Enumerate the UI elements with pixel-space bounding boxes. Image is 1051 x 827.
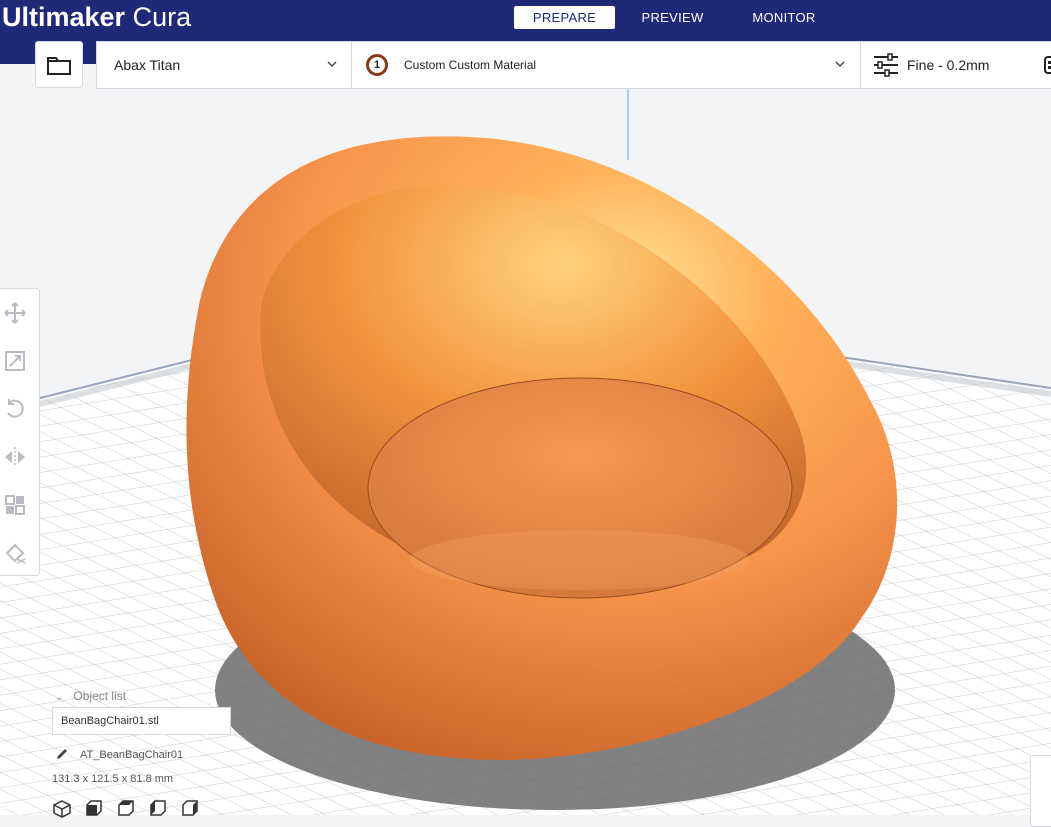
tab-monitor[interactable]: MONITOR [730,6,838,29]
print-summary-panel[interactable] [1030,755,1051,827]
object-list-header: Object list [73,689,127,703]
scale-icon[interactable] [3,349,27,373]
front-view-icon[interactable] [85,800,103,818]
material-name: Custom Custom Material [404,58,537,72]
3d-view-icon[interactable] [53,800,71,818]
move-icon[interactable] [3,301,27,325]
marketplace-button[interactable] [1044,55,1051,75]
chevron-down-icon: ⌄ [55,692,64,703]
pencil-icon[interactable] [55,747,69,761]
tool-panel [0,288,40,576]
object-name: AT_BeanBagChair01 [80,749,184,761]
material-selector[interactable]: 1 Custom Custom Material [351,42,861,88]
chevron-down-icon [835,61,845,67]
tab-prepare[interactable]: PREPARE [514,6,615,29]
quality-profile: Fine - 0.2mm [907,57,990,73]
top-view-icon[interactable] [117,800,135,818]
left-view-icon[interactable] [149,800,167,818]
chevron-down-icon [327,61,337,67]
object-dimensions: 131.3 x 121.5 x 81.8 mm [52,773,174,785]
camera-view-buttons [53,800,199,818]
stage-tabs: PREPARE PREVIEW MONITOR [514,6,838,29]
folder-icon [47,56,71,75]
rotate-icon[interactable] [3,397,27,421]
printer-name: Abax Titan [114,57,181,73]
app-logo-light: Cura [125,2,192,32]
printer-selector[interactable]: Abax Titan [97,42,352,88]
per-model-settings-icon[interactable] [3,493,27,517]
open-file-button[interactable] [35,41,83,88]
app-logo-bold: Ultimaker [2,2,126,32]
app-logo: Ultimaker Cura [2,0,191,34]
tab-preview[interactable]: PREVIEW [615,6,730,29]
print-settings-selector[interactable]: Fine - 0.2mm [860,42,1051,88]
right-view-icon[interactable] [181,800,199,818]
sliders-icon [874,53,898,77]
marketplace-icon [1044,56,1051,74]
support-blocker-icon[interactable] [3,541,27,565]
object-list-item[interactable]: BeanBagChair01.stl [52,707,231,735]
extruder-badge: 1 [366,54,388,76]
object-list-toggle[interactable]: ⌄ Object list [55,689,126,703]
printer-config-bar: Abax Titan 1 Custom Custom Material Fine… [96,41,1051,89]
mirror-icon[interactable] [3,445,27,469]
